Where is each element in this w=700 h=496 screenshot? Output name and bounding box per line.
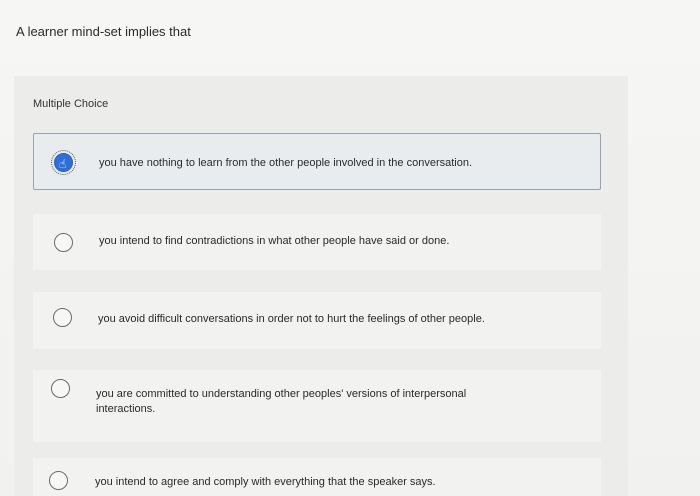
answer-option-4[interactable]: you are committed to understanding other…	[33, 370, 601, 442]
question-text: A learner mind-set implies that	[16, 24, 191, 39]
radio-button[interactable]	[53, 308, 72, 327]
answer-option-text: you intend to find contradictions in wha…	[99, 235, 450, 247]
quiz-page: A learner mind-set implies that Multiple…	[0, 0, 700, 496]
radio-button[interactable]	[51, 379, 70, 398]
answer-option-text: you intend to agree and comply with ever…	[95, 476, 436, 488]
answer-option-2[interactable]: you intend to find contradictions in wha…	[33, 214, 601, 270]
hand-cursor-icon: ☝	[59, 157, 67, 171]
answer-option-text: you are committed to understanding other…	[96, 388, 467, 415]
radio-button[interactable]	[54, 233, 73, 252]
multiple-choice-label: Multiple Choice	[33, 98, 109, 110]
answer-option-text: you have nothing to learn from the other…	[99, 157, 473, 169]
answer-option-text: you avoid difficult conversations in ord…	[98, 313, 485, 325]
radio-button-selected[interactable]: ☝	[51, 150, 76, 175]
answer-option-1[interactable]: ☝ you have nothing to learn from the oth…	[33, 133, 601, 190]
radio-button[interactable]	[49, 471, 68, 490]
answer-option-5[interactable]: you intend to agree and comply with ever…	[33, 458, 601, 496]
answer-option-3[interactable]: you avoid difficult conversations in ord…	[33, 292, 601, 349]
